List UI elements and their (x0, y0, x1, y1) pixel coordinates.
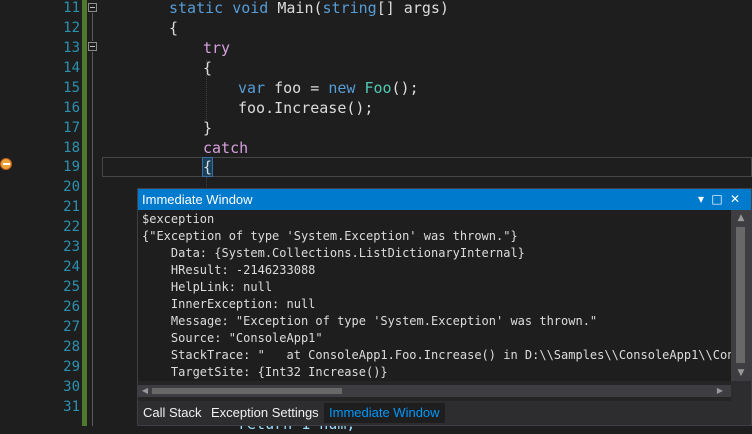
line-number: 19 (63, 159, 80, 175)
line-number: 28 (63, 339, 80, 355)
immediate-window-titlebar[interactable]: Immediate Window ▾ □ ✕ (138, 189, 751, 210)
line-number: 17 (63, 120, 80, 136)
scroll-down-icon[interactable]: ▼ (731, 365, 751, 381)
line-number: 13 (63, 40, 80, 56)
scroll-left-icon[interactable]: ◀ (138, 385, 152, 397)
control-keyword: catch (203, 139, 249, 157)
keyword: var (238, 79, 266, 97)
glyph-margin[interactable] (0, 0, 20, 426)
immediate-window-output[interactable]: $exception {"Exception of type 'System.E… (138, 210, 731, 381)
line-number: 12 (63, 20, 80, 36)
exception-breakpoint-icon[interactable] (0, 158, 12, 170)
maximize-icon[interactable]: □ (708, 189, 726, 210)
tool-window-tabs: Call Stack Exception Settings Immediate … (138, 401, 751, 425)
line-number: 21 (63, 199, 80, 215)
code-text: [] args) (376, 0, 449, 17)
line-number: 30 (63, 379, 80, 395)
close-icon[interactable]: ✕ (726, 189, 744, 210)
code-line-15: var foo = new Foo(); (238, 78, 419, 98)
line-number: 24 (63, 259, 80, 275)
line-number: 11 (63, 0, 80, 16)
code-line-19: { (201, 157, 214, 177)
line-number: 25 (63, 279, 80, 295)
output-line: StackTrace: " at ConsoleApp1.Foo.Increas… (170, 348, 731, 362)
code-text: foo = (265, 79, 329, 97)
output-line: HResult: -2146233088 (142, 263, 316, 277)
collapse-region-icon[interactable] (88, 42, 97, 51)
fold-guide (92, 13, 93, 41)
keyword: string (322, 0, 377, 17)
vertical-scroll-thumb[interactable] (736, 227, 745, 363)
line-number: 20 (63, 179, 80, 195)
code-line-16: foo.Increase(); (238, 98, 373, 118)
method-name: Main( (277, 0, 323, 17)
output-line: {"Exception of type 'System.Exception' w… (142, 229, 518, 243)
collapse-region-icon[interactable] (88, 3, 97, 12)
output-line: InnerException: null (142, 297, 316, 311)
line-number: 26 (63, 299, 80, 315)
horizontal-scroll-thumb[interactable] (152, 388, 342, 394)
code-text: { (203, 59, 213, 77)
scroll-right-icon[interactable]: ▶ (713, 385, 727, 397)
line-number: 23 (63, 239, 80, 255)
control-keyword: try (203, 39, 231, 57)
tab-call-stack[interactable]: Call Stack (138, 403, 207, 423)
horizontal-scrollbar[interactable]: ◀ ▶ (138, 385, 731, 397)
keyword: void (232, 0, 269, 17)
line-number: 29 (63, 359, 80, 375)
output-line: $exception (142, 212, 215, 226)
scroll-up-icon[interactable]: ▲ (731, 210, 751, 226)
vertical-scrollbar[interactable]: ▲ ▼ (731, 210, 751, 381)
keyword: static (169, 0, 224, 17)
code-line-11: static void Main(string[] args) (169, 0, 449, 18)
output-line: TargetSite: {Int32 Increase()} (142, 365, 388, 379)
code-text: { (169, 19, 179, 37)
code-text: (); (391, 79, 419, 97)
keyword: new (328, 79, 356, 97)
code-line-18: catch (203, 138, 248, 158)
immediate-window[interactable]: Immediate Window ▾ □ ✕ $exception {"Exce… (137, 188, 752, 426)
change-tracking-bar (82, 0, 87, 426)
fold-guide (92, 52, 93, 426)
output-line: Data: {System.Collections.ListDictionary… (142, 246, 525, 260)
code-line-13: try (203, 38, 230, 58)
line-number: 18 (63, 140, 80, 156)
scrollbar-corner (731, 381, 751, 401)
tab-immediate-window[interactable]: Immediate Window (324, 403, 445, 423)
line-number: 16 (63, 100, 80, 116)
output-line: HelpLink: null (142, 280, 273, 294)
code-text: } (203, 119, 213, 137)
line-number: 31 (63, 399, 80, 415)
line-number-gutter: 11 12 13 14 15 16 17 18 19 20 21 22 23 2… (20, 0, 82, 426)
code-line-12: { (169, 18, 178, 38)
type-name: Foo (364, 79, 392, 97)
output-line: Source: "ConsoleApp1" (142, 331, 323, 345)
line-number: 15 (63, 80, 80, 96)
code-line-14: { (203, 58, 212, 78)
output-line: Message: "Exception of type 'System.Exce… (142, 314, 598, 328)
code-text: foo.Increase(); (238, 99, 374, 117)
code-line-17: } (203, 118, 212, 138)
tab-exception-settings[interactable]: Exception Settings (206, 403, 324, 423)
matched-brace: { (201, 157, 214, 177)
line-number: 22 (63, 219, 80, 235)
line-number: 14 (63, 60, 80, 76)
line-number: 27 (63, 319, 80, 335)
window-title: Immediate Window (142, 192, 253, 207)
